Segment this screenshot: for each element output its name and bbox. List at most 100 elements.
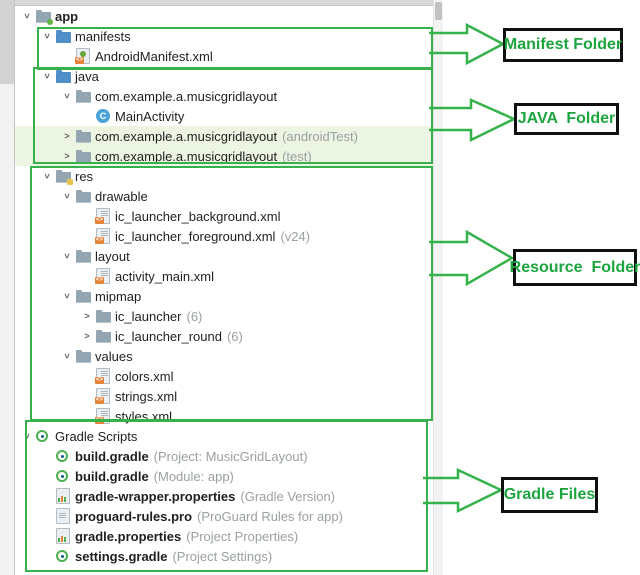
- tree-row[interactable]: > java: [14, 66, 442, 86]
- tree-item-label: settings.gradle: [75, 549, 167, 564]
- tree-row[interactable]: <> colors.xml: [14, 366, 442, 386]
- tree-row[interactable]: proguard-rules.pro(ProGuard Rules for ap…: [14, 506, 442, 526]
- tree-row[interactable]: [14, 566, 442, 575]
- gradle-icon: [56, 450, 68, 462]
- res-folder-icon: [56, 172, 71, 183]
- folder-icon: [96, 312, 111, 323]
- properties-file-icon: [56, 488, 70, 504]
- tree-item-label: mipmap: [95, 289, 141, 304]
- tree-row[interactable]: > com.example.a.musicgridlayout (test): [14, 146, 442, 166]
- xml-file-icon: <>: [96, 208, 110, 224]
- tree-item-label: proguard-rules.pro: [75, 509, 192, 524]
- chevron-collapsed-icon[interactable]: >: [78, 311, 96, 321]
- tree-item-annotation: (6): [187, 309, 203, 324]
- xml-file-icon: <>: [96, 268, 110, 284]
- tree-row[interactable]: gradle.properties (Project Properties): [14, 526, 442, 546]
- tree-item-label: AndroidManifest.xml: [95, 49, 213, 64]
- tree-row[interactable]: settings.gradle (Project Settings): [14, 546, 442, 566]
- scrollbar-thumb[interactable]: [435, 2, 442, 20]
- text-file-icon: [56, 508, 70, 524]
- tree-row[interactable]: >com.example.a.musicgridlayout: [14, 86, 442, 106]
- tool-window-bar: [0, 0, 15, 575]
- callout-resource-folder: Resource Folder: [513, 249, 637, 286]
- tree-item-annotation: (6): [227, 329, 243, 344]
- chevron-expanded-icon[interactable]: >: [42, 27, 52, 45]
- tree-row[interactable]: gradle-wrapper.properties(Gradle Version…: [14, 486, 442, 506]
- tree-item-annotation: (Project Settings): [172, 549, 272, 564]
- properties-file-icon: [56, 528, 70, 544]
- android-manifest-icon: <>: [76, 48, 90, 64]
- chevron-expanded-icon[interactable]: >: [22, 427, 32, 445]
- tree-item-annotation: (Gradle Version): [240, 489, 335, 504]
- tree-row[interactable]: > values: [14, 346, 442, 366]
- xml-file-icon: <>: [96, 408, 110, 424]
- tree-row[interactable]: <> AndroidManifest.xml: [14, 46, 442, 66]
- folder-icon: [96, 332, 111, 343]
- folder-icon: [76, 352, 91, 363]
- tree-item-label: res: [75, 169, 93, 184]
- tree-item-label: Gradle Scripts: [55, 429, 137, 444]
- tree-item-annotation: (Module: app): [154, 469, 234, 484]
- tree-row[interactable]: > manifests: [14, 26, 442, 46]
- chevron-expanded-icon[interactable]: >: [42, 167, 52, 185]
- tree-item-label: colors.xml: [115, 369, 174, 384]
- source-folder-icon: [56, 32, 71, 43]
- callout-java-folder: JAVA Folder: [514, 103, 619, 135]
- tree-item-label: strings.xml: [115, 389, 177, 404]
- tree-item-label: manifests: [75, 29, 131, 44]
- chevron-collapsed-icon[interactable]: >: [78, 331, 96, 341]
- chevron-expanded-icon[interactable]: >: [62, 287, 72, 305]
- tree-row[interactable]: build.gradle (Project: MusicGridLayout): [14, 446, 442, 466]
- chevron-expanded-icon[interactable]: >: [62, 347, 72, 365]
- callout-gradle-files: Gradle Files: [501, 477, 598, 513]
- tree-row[interactable]: >ic_launcher(6): [14, 306, 442, 326]
- tree-row[interactable]: > app: [14, 6, 442, 26]
- tree-row[interactable]: <> ic_launcher_background.xml: [14, 206, 442, 226]
- folder-icon: [76, 192, 91, 203]
- tree-item-label: ic_launcher_background.xml: [115, 209, 280, 224]
- selected-tab-background: [0, 0, 14, 84]
- tree-row[interactable]: > res: [14, 166, 442, 186]
- chevron-collapsed-icon[interactable]: >: [58, 131, 76, 141]
- folder-icon: [76, 92, 91, 103]
- tree-row[interactable]: > Gradle Scripts: [14, 426, 442, 446]
- tree-item-label: java: [75, 69, 99, 84]
- chevron-expanded-icon[interactable]: >: [62, 87, 72, 105]
- tree-item-annotation: (test): [282, 149, 312, 164]
- chevron-expanded-icon[interactable]: >: [22, 7, 32, 25]
- tree-item-label: drawable: [95, 189, 148, 204]
- tree-row[interactable]: <> styles.xml: [14, 406, 442, 426]
- class-icon: C: [96, 109, 110, 123]
- android-studio-project-view: 1: Project 7: Structure Captures Build V…: [0, 0, 640, 575]
- chevron-expanded-icon[interactable]: >: [62, 187, 72, 205]
- tree-row[interactable]: >com.example.a.musicgridlayout(androidTe…: [14, 126, 442, 146]
- vertical-scrollbar[interactable]: [433, 0, 443, 575]
- chevron-collapsed-icon[interactable]: >: [58, 151, 76, 161]
- tree-item-annotation: (Project Properties): [186, 529, 298, 544]
- tree-row[interactable]: CMainActivity: [14, 106, 442, 126]
- tree-item-annotation: (Project: MusicGridLayout): [154, 449, 308, 464]
- project-tree: >app>manifests<>AndroidManifest.xml>java…: [14, 6, 442, 575]
- xml-file-icon: <>: [96, 368, 110, 384]
- tree-item-label: layout: [95, 249, 130, 264]
- xml-file-icon: <>: [96, 228, 110, 244]
- tree-item-label: com.example.a.musicgridlayout: [95, 149, 277, 164]
- tree-row[interactable]: > mipmap: [14, 286, 442, 306]
- tree-row[interactable]: > drawable: [14, 186, 442, 206]
- project-panel: >app>manifests<>AndroidManifest.xml>java…: [14, 0, 442, 575]
- tree-item-label: activity_main.xml: [115, 269, 214, 284]
- tree-item-label: values: [95, 349, 133, 364]
- tree-item-label: app: [55, 9, 78, 24]
- tree-row[interactable]: <>ic_launcher_foreground.xml(v24): [14, 226, 442, 246]
- tree-item-label: build.gradle: [75, 449, 149, 464]
- tree-row[interactable]: > layout: [14, 246, 442, 266]
- tree-row[interactable]: >ic_launcher_round(6): [14, 326, 442, 346]
- tree-item-label: build.gradle: [75, 469, 149, 484]
- tree-row[interactable]: <> activity_main.xml: [14, 266, 442, 286]
- tree-item-label: styles.xml: [115, 409, 172, 424]
- tree-row[interactable]: build.gradle (Module: app): [14, 466, 442, 486]
- tree-row[interactable]: <>strings.xml: [14, 386, 442, 406]
- chevron-expanded-icon[interactable]: >: [62, 247, 72, 265]
- tree-item-label: gradle.properties: [75, 529, 181, 544]
- chevron-expanded-icon[interactable]: >: [42, 67, 52, 85]
